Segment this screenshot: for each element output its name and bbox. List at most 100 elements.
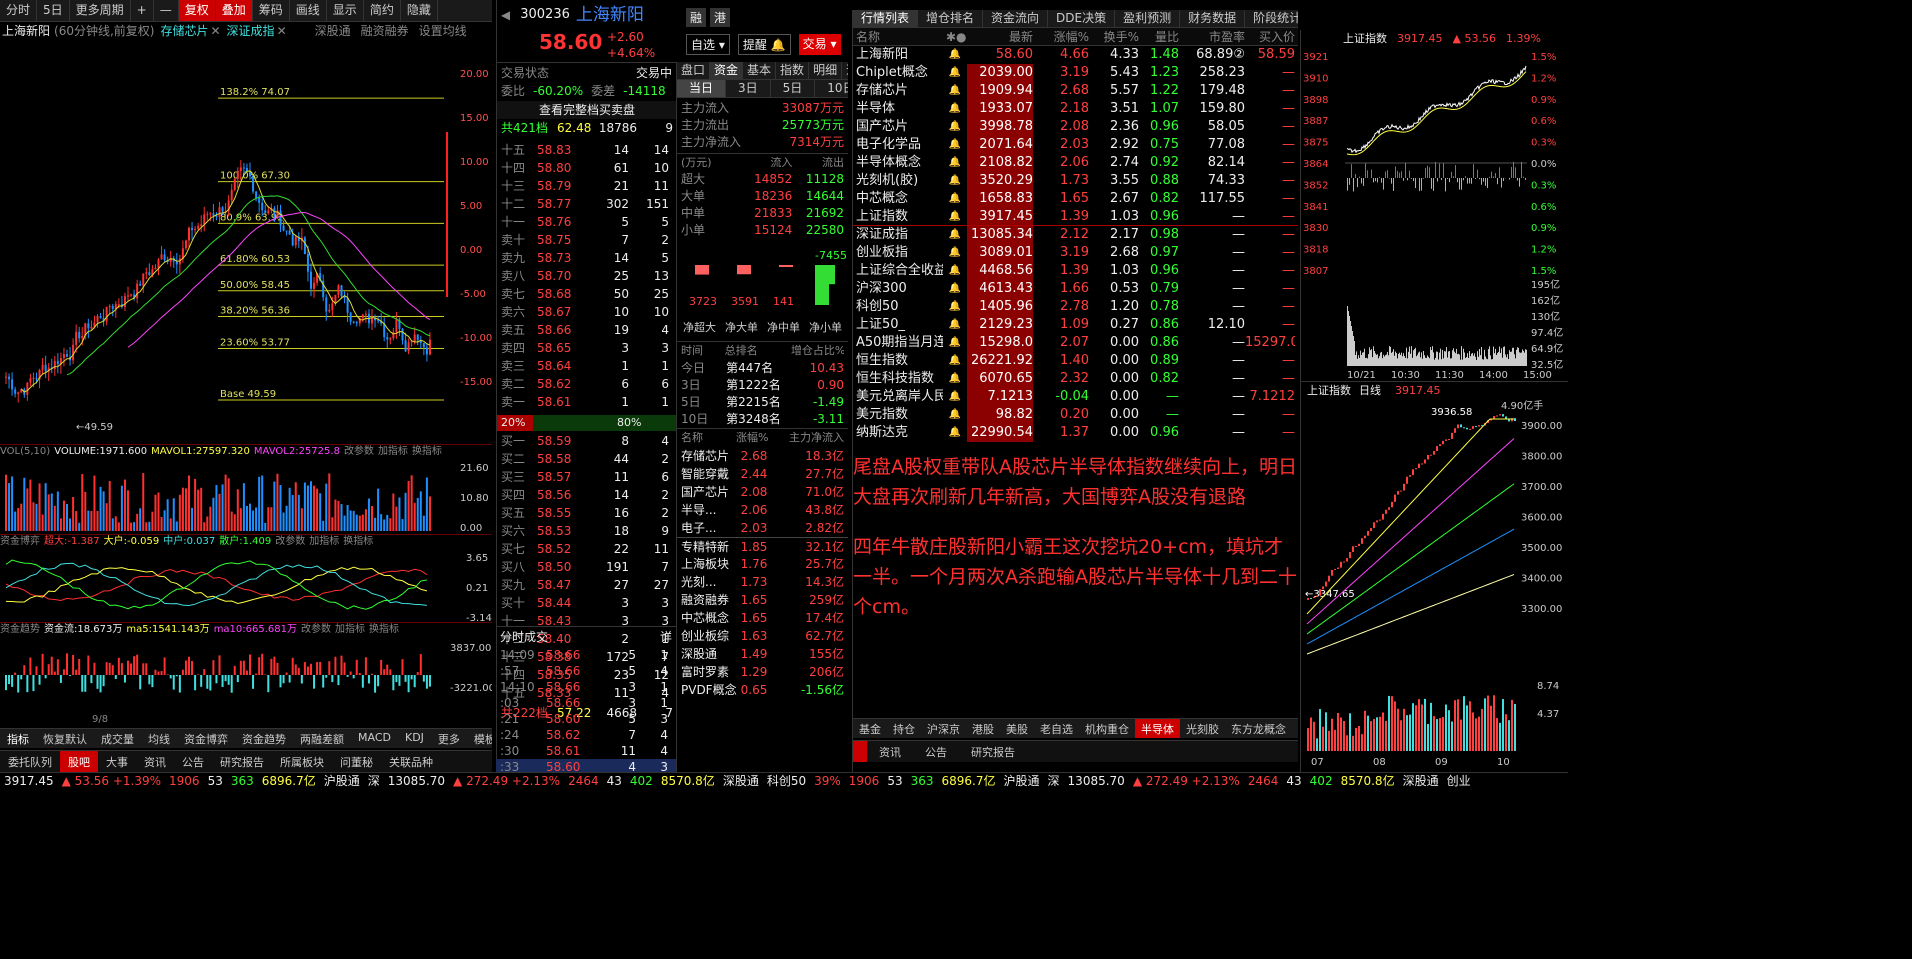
fund-tab-5[interactable]: 逐笔: [842, 62, 848, 79]
watchlist-button[interactable]: 自选 ▾: [686, 34, 730, 55]
sector-row[interactable]: 国产芯片 2.08 71.0亿: [677, 483, 848, 501]
fund-day-3[interactable]: 10日: [815, 80, 848, 97]
indicator-tab-2[interactable]: 成交量: [94, 729, 141, 748]
bell-icon[interactable]: 🔔: [943, 244, 967, 262]
fund-day-0[interactable]: 当日: [677, 80, 727, 97]
link-set-ma[interactable]: 设置均线: [419, 22, 467, 42]
fund-tab-4[interactable]: 明细: [809, 62, 843, 79]
sector-row[interactable]: 存储芯片 2.68 18.3亿: [677, 447, 848, 465]
bell-icon[interactable]: 🔔: [943, 208, 967, 225]
bell-icon[interactable]: 🔔: [943, 424, 967, 442]
info-tab-2[interactable]: 大事: [98, 751, 136, 772]
link-margin[interactable]: 融资融券: [361, 22, 409, 42]
list-row[interactable]: 美元兑离岸人民币🔔7.1213-0.040.00——7.1212: [853, 388, 1298, 406]
list-bottom-tab-2[interactable]: 沪深京: [921, 719, 966, 738]
list-header[interactable]: 市盈率: [1179, 28, 1245, 45]
ticks-more[interactable]: 详: [660, 627, 672, 647]
list-header[interactable]: 涨幅%: [1033, 28, 1089, 45]
list-row[interactable]: 恒生科技指数 🔔 6070.65 2.32 0.00 0.82— —: [853, 370, 1298, 388]
list-row[interactable]: 纳斯达克 🔔 22990.54 1.37 0.00 0.96— —: [853, 424, 1298, 442]
bell-icon[interactable]: 🔔: [943, 154, 967, 172]
toolbar-btn-3[interactable]: +: [131, 0, 154, 21]
trend-add[interactable]: 加指标: [335, 623, 365, 637]
list-row[interactable]: 上证综合全收益 🔔 4468.56 1.39 1.03 0.96— —: [853, 262, 1298, 280]
indicator-tab-3[interactable]: 均线: [141, 729, 177, 748]
toolbar-btn-6[interactable]: 叠加: [215, 0, 253, 21]
info-tab-5[interactable]: 研究报告: [212, 751, 272, 772]
indicator-tab-1[interactable]: 恢复默认: [36, 729, 94, 748]
list-bottom-tab-7[interactable]: 半导体: [1135, 719, 1180, 738]
fund-edit[interactable]: 改参数: [275, 535, 305, 549]
toolbar-btn-8[interactable]: 画线: [290, 0, 327, 21]
toolbar-btn-9[interactable]: 显示: [327, 0, 364, 21]
index-intraday-chart[interactable]: 3921391038983887387538643852384138303818…: [1301, 48, 1568, 381]
sector-row[interactable]: 中芯概念 1.65 17.4亿: [677, 609, 848, 627]
bell-icon[interactable]: 🔔: [943, 280, 967, 298]
toolbar-btn-1[interactable]: 5日: [37, 0, 70, 21]
toolbar-btn-11[interactable]: 隐藏: [401, 0, 438, 21]
bell-icon[interactable]: 🔔: [943, 316, 967, 334]
toolbar-btn-7[interactable]: 筹码: [253, 0, 290, 21]
hk-button[interactable]: 港: [710, 8, 731, 27]
bell-icon[interactable]: 🔔: [943, 172, 967, 190]
sector-row[interactable]: 半导... 2.06 43.8亿: [677, 501, 848, 519]
list-row[interactable]: 创业板指 🔔 3089.01 3.19 2.68 0.97— —: [853, 244, 1298, 262]
fund-tab-0[interactable]: 盘口: [677, 62, 711, 79]
list-bottom-tab-1[interactable]: 持仓: [887, 719, 921, 738]
indicator-tab-0[interactable]: 指标: [0, 729, 36, 748]
list-row[interactable]: 沪深300 🔔 4613.43 1.66 0.53 0.79— —: [853, 280, 1298, 298]
info-tab-7[interactable]: 问董秘: [332, 751, 381, 772]
sector-row[interactable]: 创业板综 1.63 62.7亿: [677, 627, 848, 645]
list-bottom-tab-9[interactable]: 东方龙概念: [1225, 719, 1292, 738]
sector-row[interactable]: 智能穿戴 2.44 27.7亿: [677, 465, 848, 483]
list-row[interactable]: 中芯概念 🔔 1658.83 1.65 2.67 0.82 117.55—: [853, 190, 1298, 208]
tag-shenzhen-index[interactable]: 深证成指: [227, 22, 275, 42]
vol-edit[interactable]: 改参数: [344, 445, 374, 459]
toolbar-btn-10[interactable]: 简约: [364, 0, 401, 21]
list-info-tab-2[interactable]: 研究报告: [959, 741, 1027, 762]
indicator-tab-8[interactable]: KDJ: [398, 729, 431, 748]
toolbar-btn-5[interactable]: 复权: [178, 0, 216, 21]
bell-icon[interactable]: 🔔: [943, 118, 967, 136]
list-tab-3[interactable]: DDE决策: [1048, 10, 1116, 27]
list-info-tab-0[interactable]: 资讯: [867, 741, 913, 762]
list-row[interactable]: 恒生指数 🔔 26221.92 1.40 0.00 0.89— —: [853, 352, 1298, 370]
list-bottom-tab-6[interactable]: 机构重仓: [1079, 719, 1135, 738]
kline-chart[interactable]: 138.2% 74.07100.0% 67.3080.9% 63.9261.80…: [0, 42, 492, 442]
bell-icon[interactable]: 🔔: [943, 406, 967, 424]
fund-add[interactable]: 加指标: [309, 535, 339, 549]
bell-icon[interactable]: 🔔: [943, 298, 967, 316]
bell-icon[interactable]: 🔔: [943, 226, 967, 244]
list-row[interactable]: A50期指当月连续🔔15298.02.070.000.86—15297.0: [853, 334, 1298, 352]
bell-icon[interactable]: 🔔: [943, 388, 967, 406]
indicator-tab-10[interactable]: 模板: [467, 729, 492, 748]
toolbar-btn-0[interactable]: 分时: [0, 0, 38, 21]
list-row[interactable]: 上海新阳 🔔 58.60 4.66 4.33 1.48 68.89② 58.59: [853, 46, 1298, 64]
sector-row[interactable]: 专精特新 1.85 32.1亿: [677, 537, 848, 555]
list-tab-6[interactable]: 阶段统计: [1245, 10, 1298, 27]
info-tab-8[interactable]: 关联品种: [381, 751, 441, 772]
bell-icon[interactable]: 🔔: [943, 334, 967, 352]
list-row[interactable]: 国产芯片 🔔 3998.78 2.08 2.36 0.96 58.05—: [853, 118, 1298, 136]
bell-icon[interactable]: 🔔: [943, 262, 967, 280]
indicator-tab-5[interactable]: 资金趋势: [235, 729, 293, 748]
fund-switch[interactable]: 换指标: [343, 535, 373, 549]
sector-row[interactable]: 融资融券 1.65 259亿: [677, 591, 848, 609]
vol-add[interactable]: 加指标: [378, 445, 408, 459]
info-tab-4[interactable]: 公告: [174, 751, 212, 772]
list-header[interactable]: 名称: [853, 28, 943, 45]
sector-row[interactable]: 深股通 1.49 155亿: [677, 645, 848, 663]
trend-edit[interactable]: 改参数: [301, 623, 331, 637]
list-row[interactable]: 电子化学品 🔔 2071.64 2.03 2.92 0.75 77.08—: [853, 136, 1298, 154]
info-tab-1[interactable]: 股吧: [60, 751, 98, 772]
list-header[interactable]: 换手%: [1089, 28, 1139, 45]
list-row[interactable]: 半导体概念 🔔 2108.82 2.06 2.74 0.92 82.14—: [853, 154, 1298, 172]
bell-icon[interactable]: 🔔: [943, 190, 967, 208]
close-icon[interactable]: ✕: [277, 22, 287, 42]
bell-icon[interactable]: 🔔: [943, 370, 967, 388]
list-bottom-tab-3[interactable]: 港股: [966, 719, 1000, 738]
sector-row[interactable]: PVDF概念 0.65 -1.56亿: [677, 681, 848, 699]
list-row[interactable]: 美元指数 🔔 98.82 0.20 0.00— — —: [853, 406, 1298, 424]
list-header[interactable]: 买入价: [1245, 28, 1295, 45]
trend-switch[interactable]: 换指标: [369, 623, 399, 637]
